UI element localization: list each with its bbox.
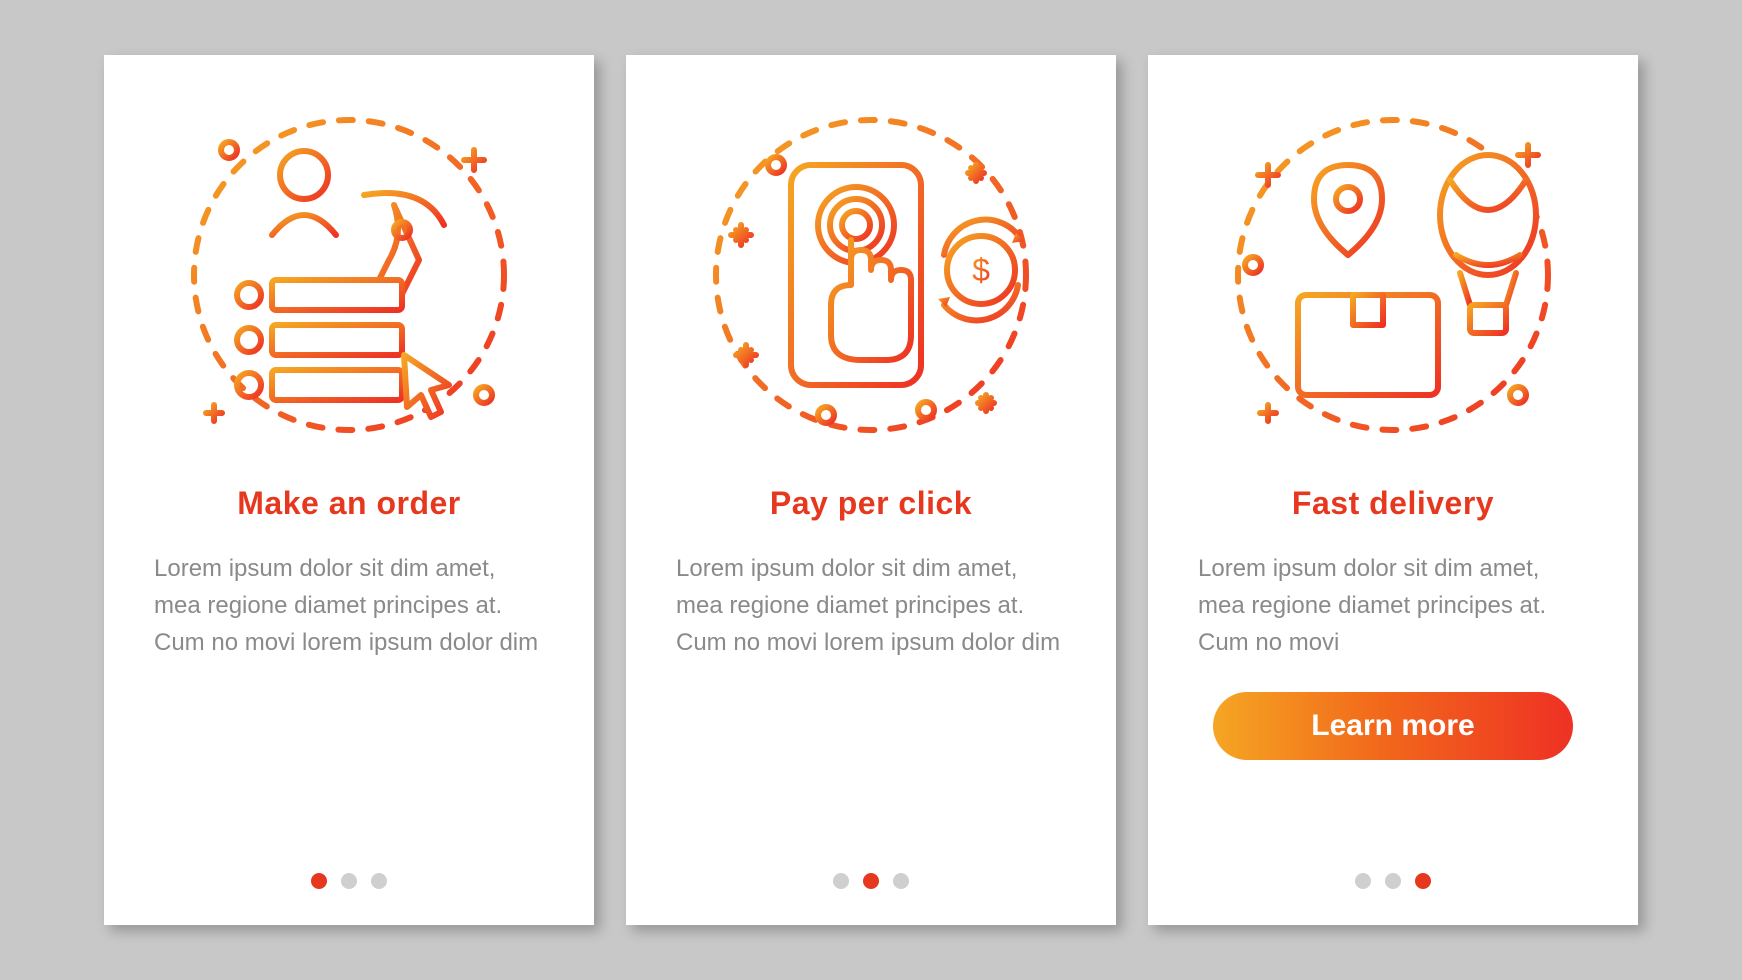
pay-per-click-illustration: $	[676, 95, 1066, 455]
learn-more-button[interactable]: Learn more	[1213, 692, 1573, 760]
screen-body: Lorem ipsum dolor sit dim amet, mea regi…	[1198, 550, 1588, 662]
page-dots	[1148, 873, 1638, 889]
onboarding-card-1: Make an order Lorem ipsum dolor sit dim …	[104, 55, 594, 925]
svg-text:$: $	[972, 252, 990, 288]
dot-1[interactable]	[311, 873, 327, 889]
page-dots	[104, 873, 594, 889]
dot-2[interactable]	[341, 873, 357, 889]
dot-3[interactable]	[371, 873, 387, 889]
dot-1[interactable]	[833, 873, 849, 889]
dot-2[interactable]	[863, 873, 879, 889]
screen-body: Lorem ipsum dolor sit dim amet, mea regi…	[676, 550, 1066, 670]
make-order-illustration	[154, 95, 544, 455]
onboarding-card-3: Fast delivery Lorem ipsum dolor sit dim …	[1148, 55, 1638, 925]
screen-title: Make an order	[237, 485, 460, 522]
screen-title: Fast delivery	[1292, 485, 1494, 522]
dot-2[interactable]	[1385, 873, 1401, 889]
dot-1[interactable]	[1355, 873, 1371, 889]
screen-title: Pay per click	[770, 485, 972, 522]
screen-body: Lorem ipsum dolor sit dim amet, mea regi…	[154, 550, 544, 662]
page-dots	[626, 873, 1116, 889]
dot-3[interactable]	[1415, 873, 1431, 889]
onboarding-card-2: $ Pay per click Lorem ipsum dolor sit di…	[626, 55, 1116, 925]
dot-3[interactable]	[893, 873, 909, 889]
fast-delivery-illustration	[1198, 95, 1588, 455]
